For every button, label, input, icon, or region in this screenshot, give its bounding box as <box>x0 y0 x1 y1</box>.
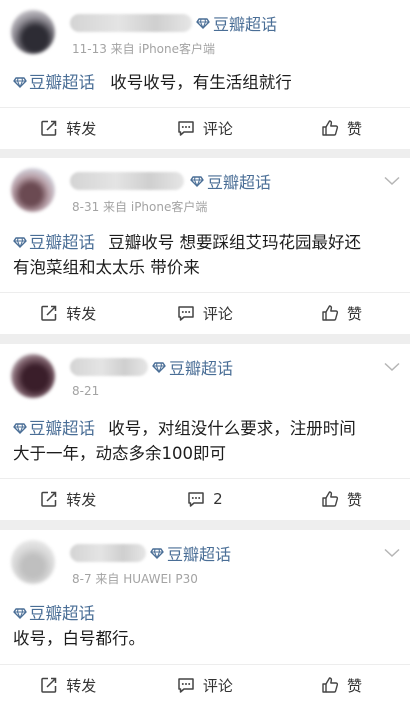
diamond-icon <box>150 546 164 560</box>
post-meta: 8-7 来自 HUAWEI P30 <box>72 572 198 586</box>
diamond-icon <box>13 235 27 249</box>
comment-icon <box>177 304 195 322</box>
action-bar: 转发 2 赞 <box>0 478 410 518</box>
diamond-icon <box>13 421 27 435</box>
super-topic-tag[interactable]: 豆瓣超话 <box>196 11 277 35</box>
post-meta: 8-21 <box>72 384 100 398</box>
comment-icon <box>187 490 205 508</box>
repost-button[interactable]: 转发 <box>0 108 137 148</box>
like-icon <box>321 304 339 322</box>
repost-icon <box>40 490 58 508</box>
weibo-feed: 豆瓣超话 11-13 来自 iPhone客户端 豆瓣超话 收号收号，有生活组就行… <box>0 0 410 708</box>
super-topic-tag-label: 豆瓣超话 <box>167 545 232 564</box>
avatar[interactable] <box>11 354 55 398</box>
topic-link[interactable]: 豆瓣超话 <box>13 73 95 92</box>
action-bar: 转发 评论 赞 <box>0 107 410 147</box>
chevron-down-icon[interactable] <box>384 362 400 372</box>
topic-link-label: 豆瓣超话 <box>29 419 95 438</box>
super-topic-tag-label: 豆瓣超话 <box>169 359 234 378</box>
super-topic-tag[interactable]: 豆瓣超话 <box>190 169 271 193</box>
like-icon <box>321 119 339 137</box>
repost-button[interactable]: 转发 <box>0 665 137 705</box>
repost-label: 转发 <box>66 119 97 138</box>
post-text: 收号收号，有生活组就行 <box>110 73 292 92</box>
repost-label: 转发 <box>66 304 97 323</box>
like-button[interactable]: 赞 <box>273 665 410 705</box>
repost-button[interactable]: 转发 <box>0 479 137 519</box>
comment-button[interactable]: 2 <box>137 479 274 519</box>
diamond-icon <box>13 75 27 89</box>
avatar[interactable] <box>11 168 55 212</box>
super-topic-tag-label: 豆瓣超话 <box>213 15 278 34</box>
comment-button[interactable]: 评论 <box>137 293 274 333</box>
topic-link[interactable]: 豆瓣超话 <box>13 604 95 623</box>
diamond-icon <box>190 174 204 188</box>
like-label: 赞 <box>346 119 362 138</box>
topic-link-label: 豆瓣超话 <box>29 73 95 92</box>
post-header: 豆瓣超话 8-7 来自 HUAWEI P30 <box>0 530 410 594</box>
username-redacted[interactable] <box>70 14 192 32</box>
like-label: 赞 <box>346 676 362 695</box>
like-button[interactable]: 赞 <box>273 108 410 148</box>
post-content: 豆瓣超话 收号，白号都行。 <box>13 601 403 651</box>
avatar[interactable] <box>11 540 55 584</box>
action-bar: 转发 评论 赞 <box>0 664 410 704</box>
like-button[interactable]: 赞 <box>273 293 410 333</box>
post-meta: 11-13 来自 iPhone客户端 <box>72 42 216 56</box>
repost-icon <box>40 119 58 137</box>
post-header: 豆瓣超话 8-21 <box>0 344 410 408</box>
chevron-down-icon[interactable] <box>384 548 400 558</box>
like-label: 赞 <box>346 304 362 323</box>
post-content: 豆瓣超话 收号，对组没什么要求，注册时间 大于一年，动态多余100即可 <box>13 416 403 466</box>
topic-link-label: 豆瓣超话 <box>29 604 95 623</box>
action-bar: 转发 评论 赞 <box>0 292 410 332</box>
diamond-icon <box>152 360 166 374</box>
super-topic-tag-label: 豆瓣超话 <box>207 173 272 192</box>
diamond-icon <box>13 606 27 620</box>
topic-link[interactable]: 豆瓣超话 <box>13 233 95 252</box>
repost-button[interactable]: 转发 <box>0 293 137 333</box>
like-icon <box>321 676 339 694</box>
comment-label: 评论 <box>202 119 233 138</box>
comment-icon <box>177 119 195 137</box>
post-card[interactable]: 豆瓣超话 8-7 来自 HUAWEI P30 豆瓣超话 收号，白号都行。 转发 … <box>0 530 410 708</box>
post-card[interactable]: 豆瓣超话 8-31 来自 iPhone客户端 豆瓣超话 豆瓣收号 想要踩组艾玛花… <box>0 158 410 334</box>
post-text-line2: 收号，白号都行。 <box>13 629 145 648</box>
comment-label: 评论 <box>202 304 233 323</box>
repost-label: 转发 <box>66 676 97 695</box>
comment-button[interactable]: 评论 <box>137 665 274 705</box>
username-redacted[interactable] <box>70 172 184 190</box>
comment-count: 2 <box>213 490 223 508</box>
post-content: 豆瓣超话 收号收号，有生活组就行 <box>13 70 403 95</box>
like-label: 赞 <box>346 490 362 509</box>
post-text-line2: 有泡菜组和太太乐 带价来 <box>13 258 200 277</box>
post-content: 豆瓣超话 豆瓣收号 想要踩组艾玛花园最好还 有泡菜组和太太乐 带价来 <box>13 230 403 280</box>
post-text: 收号，对组没什么要求，注册时间 <box>108 419 356 438</box>
repost-icon <box>40 304 58 322</box>
post-header: 豆瓣超话 8-31 来自 iPhone客户端 <box>0 158 410 222</box>
post-text: 豆瓣收号 想要踩组艾玛花园最好还 <box>108 233 361 252</box>
post-card[interactable]: 豆瓣超话 11-13 来自 iPhone客户端 豆瓣超话 收号收号，有生活组就行… <box>0 0 410 149</box>
like-button[interactable]: 赞 <box>273 479 410 519</box>
username-redacted[interactable] <box>70 544 146 562</box>
super-topic-tag[interactable]: 豆瓣超话 <box>150 541 231 565</box>
diamond-icon <box>196 16 210 30</box>
topic-link[interactable]: 豆瓣超话 <box>13 419 95 438</box>
avatar[interactable] <box>11 10 55 54</box>
chevron-down-icon[interactable] <box>384 176 400 186</box>
repost-label: 转发 <box>66 490 97 509</box>
comment-icon <box>177 676 195 694</box>
like-icon <box>321 490 339 508</box>
post-card[interactable]: 豆瓣超话 8-21 豆瓣超话 收号，对组没什么要求，注册时间 大于一年，动态多余… <box>0 344 410 520</box>
topic-link-label: 豆瓣超话 <box>29 233 95 252</box>
post-text-line2: 大于一年，动态多余100即可 <box>13 444 226 463</box>
super-topic-tag[interactable]: 豆瓣超话 <box>152 355 233 379</box>
post-meta: 8-31 来自 iPhone客户端 <box>72 200 208 214</box>
post-header: 豆瓣超话 11-13 来自 iPhone客户端 <box>0 0 410 64</box>
comment-label: 评论 <box>202 676 233 695</box>
username-redacted[interactable] <box>70 358 148 376</box>
comment-button[interactable]: 评论 <box>137 108 274 148</box>
repost-icon <box>40 676 58 694</box>
